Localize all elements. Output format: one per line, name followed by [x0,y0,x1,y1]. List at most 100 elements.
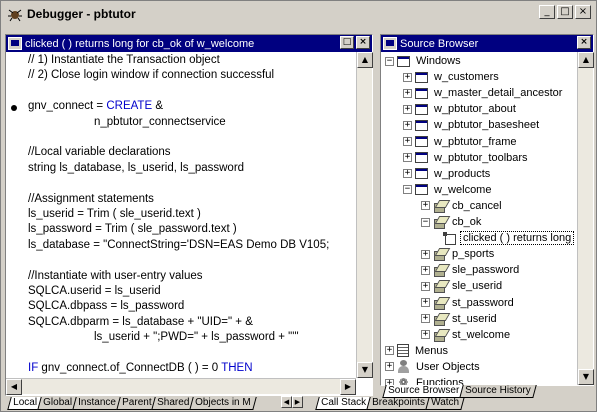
tree-item[interactable]: + st_password [421,295,516,311]
code-line: ls_userid + ";PWD=" + ls_password + "'" [94,331,299,344]
tree-item[interactable]: + w_pbtutor_about [403,101,518,117]
tree-item[interactable]: + sle_userid [421,278,504,294]
source-vertical-scrollbar[interactable]: ▲ ▼ [356,52,373,378]
code-line: SQLCA.userid = ls_userid [28,285,161,297]
expand-icon[interactable]: + [403,104,412,114]
tree-item-label: w_master_detail_ancestor [434,87,563,100]
tree-item[interactable]: − cb_ok [421,214,483,230]
tree-item-label: st_password [452,296,514,309]
browser-scroll-up-button[interactable]: ▲ [578,52,594,68]
tree-item-label: w_products [434,167,491,180]
window-icon [415,103,428,115]
collapse-icon[interactable]: − [403,185,412,195]
tree-item[interactable]: + w_products [403,166,492,182]
tab-scroll-right-button[interactable]: ▶ [292,396,303,408]
script-icon [8,37,22,50]
expand-icon[interactable]: + [421,281,430,291]
breakpoint-marker[interactable] [11,105,17,112]
tree-item-label: w_customers [434,71,499,84]
tree-item[interactable]: + w_customers [403,69,501,85]
tab-breakpoints[interactable]: Breakpoints [366,397,431,410]
tree-item[interactable]: + p_sports [421,246,496,262]
source-pane-close-button[interactable]: × [356,36,370,49]
collapse-icon[interactable]: − [421,217,430,227]
tree-item[interactable]: + Menus [385,343,450,359]
title-bar[interactable]: Debugger - pbtutor _ □ × [2,2,595,26]
close-button[interactable]: × [575,5,591,19]
tab-source-history[interactable]: Source History [459,385,537,398]
debugger-window: Debugger - pbtutor _ □ × clicked ( ) ret… [0,0,597,412]
window-icon [415,168,428,180]
browser-vertical-scrollbar[interactable]: ▲ ▼ [577,52,594,385]
tab-label: Instance [77,397,116,408]
expand-icon[interactable]: + [403,120,412,130]
user-icon [397,360,410,374]
expand-icon[interactable]: + [403,72,412,82]
scroll-left-button[interactable]: ◀ [6,379,22,395]
minimize-button[interactable]: _ [539,5,555,19]
tab-label: Local [13,397,38,408]
expand-icon[interactable]: + [421,249,430,259]
tab-label: Breakpoints [372,397,425,408]
code-line: ls_password = Trim ( sle_password.text ) [28,223,237,236]
source-browser-close-button[interactable]: × [577,36,591,49]
tree-item[interactable]: − w_welcome [403,182,493,198]
tab-instance[interactable]: Instance [72,397,122,410]
expand-icon[interactable]: + [385,362,394,372]
collapse-icon[interactable]: − [385,56,394,66]
tree-item[interactable]: − Windows [385,53,463,69]
expand-icon[interactable]: + [403,153,412,163]
tree-item[interactable]: + sle_password [421,262,521,278]
source-browser-title: Source Browser [400,37,479,50]
source-horizontal-scrollbar[interactable]: ◀ ▶ [6,378,356,395]
tab-label: Source History [465,385,531,396]
tree-item[interactable]: + w_pbtutor_frame [403,134,519,150]
tab-call-stack[interactable]: Call Stack [315,397,372,410]
control-icon [433,264,446,278]
expand-icon[interactable]: + [385,346,394,356]
tab-objects-in-m[interactable]: Objects in M [189,397,257,410]
tree-item[interactable]: + st_welcome [421,327,512,343]
tree-item[interactable]: + w_pbtutor_toolbars [403,150,530,166]
tree-item-label: st_welcome [452,328,511,341]
scroll-up-button[interactable]: ▲ [357,52,373,68]
browser-tab-strip: Source Browser Source History [382,385,537,398]
expand-icon[interactable]: + [421,330,430,340]
browser-scroll-down-button[interactable]: ▼ [578,369,594,385]
tab-global[interactable]: Global [37,397,78,410]
source-browser-header[interactable]: Source Browser × [381,35,593,52]
window-icon [415,136,428,147]
tree-item[interactable]: + cb_cancel [421,198,504,214]
expand-icon[interactable]: + [421,201,430,211]
scroll-down-button[interactable]: ▼ [357,362,373,378]
tree-item[interactable]: + st_userid [421,311,499,327]
maximize-button[interactable]: □ [557,5,573,19]
browser-icon [383,37,397,50]
expand-icon[interactable]: + [421,314,430,324]
tree-item[interactable]: + User Objects [385,359,482,375]
window-title: Debugger - pbtutor [27,7,136,21]
tab-label: Objects in M [195,397,252,408]
window-icon [415,152,428,164]
expand-icon[interactable]: + [403,137,412,146]
code-line: ls_database = "ConnectString='DSN=EAS De… [28,238,330,251]
expand-icon[interactable]: + [403,169,412,179]
source-browser-tree[interactable]: − Windows + w_customers + w_master_detail_anc… [381,52,577,386]
expand-icon[interactable]: + [421,298,430,307]
tab-watch[interactable]: Watch [425,397,465,410]
tab-source-browser[interactable]: Source Browser [382,385,465,398]
tab-scroll-left-button[interactable]: ◀ [281,396,292,408]
tree-item-label: Menus [415,344,449,357]
source-code-view[interactable]: // 1) Instantiate the Transaction object… [6,52,356,378]
expand-icon[interactable]: + [421,265,430,275]
source-pane-header[interactable]: clicked ( ) returns long for cb_ok of w_… [6,35,372,52]
tree-item[interactable]: clicked ( ) returns long [439,230,575,246]
code-line: IF gnv_connect.of_ConnectDB ( ) = 0 THEN [28,362,253,374]
tree-item[interactable]: + w_pbtutor_basesheet [403,117,541,133]
source-pane-restore-button[interactable]: □ [340,36,354,49]
window-icon [415,87,428,99]
code-line: gnv_connect = CREATE & [28,100,163,113]
tree-item[interactable]: + w_master_detail_ancestor [403,85,564,101]
expand-icon[interactable]: + [403,88,412,98]
scroll-right-button[interactable]: ▶ [340,379,356,395]
